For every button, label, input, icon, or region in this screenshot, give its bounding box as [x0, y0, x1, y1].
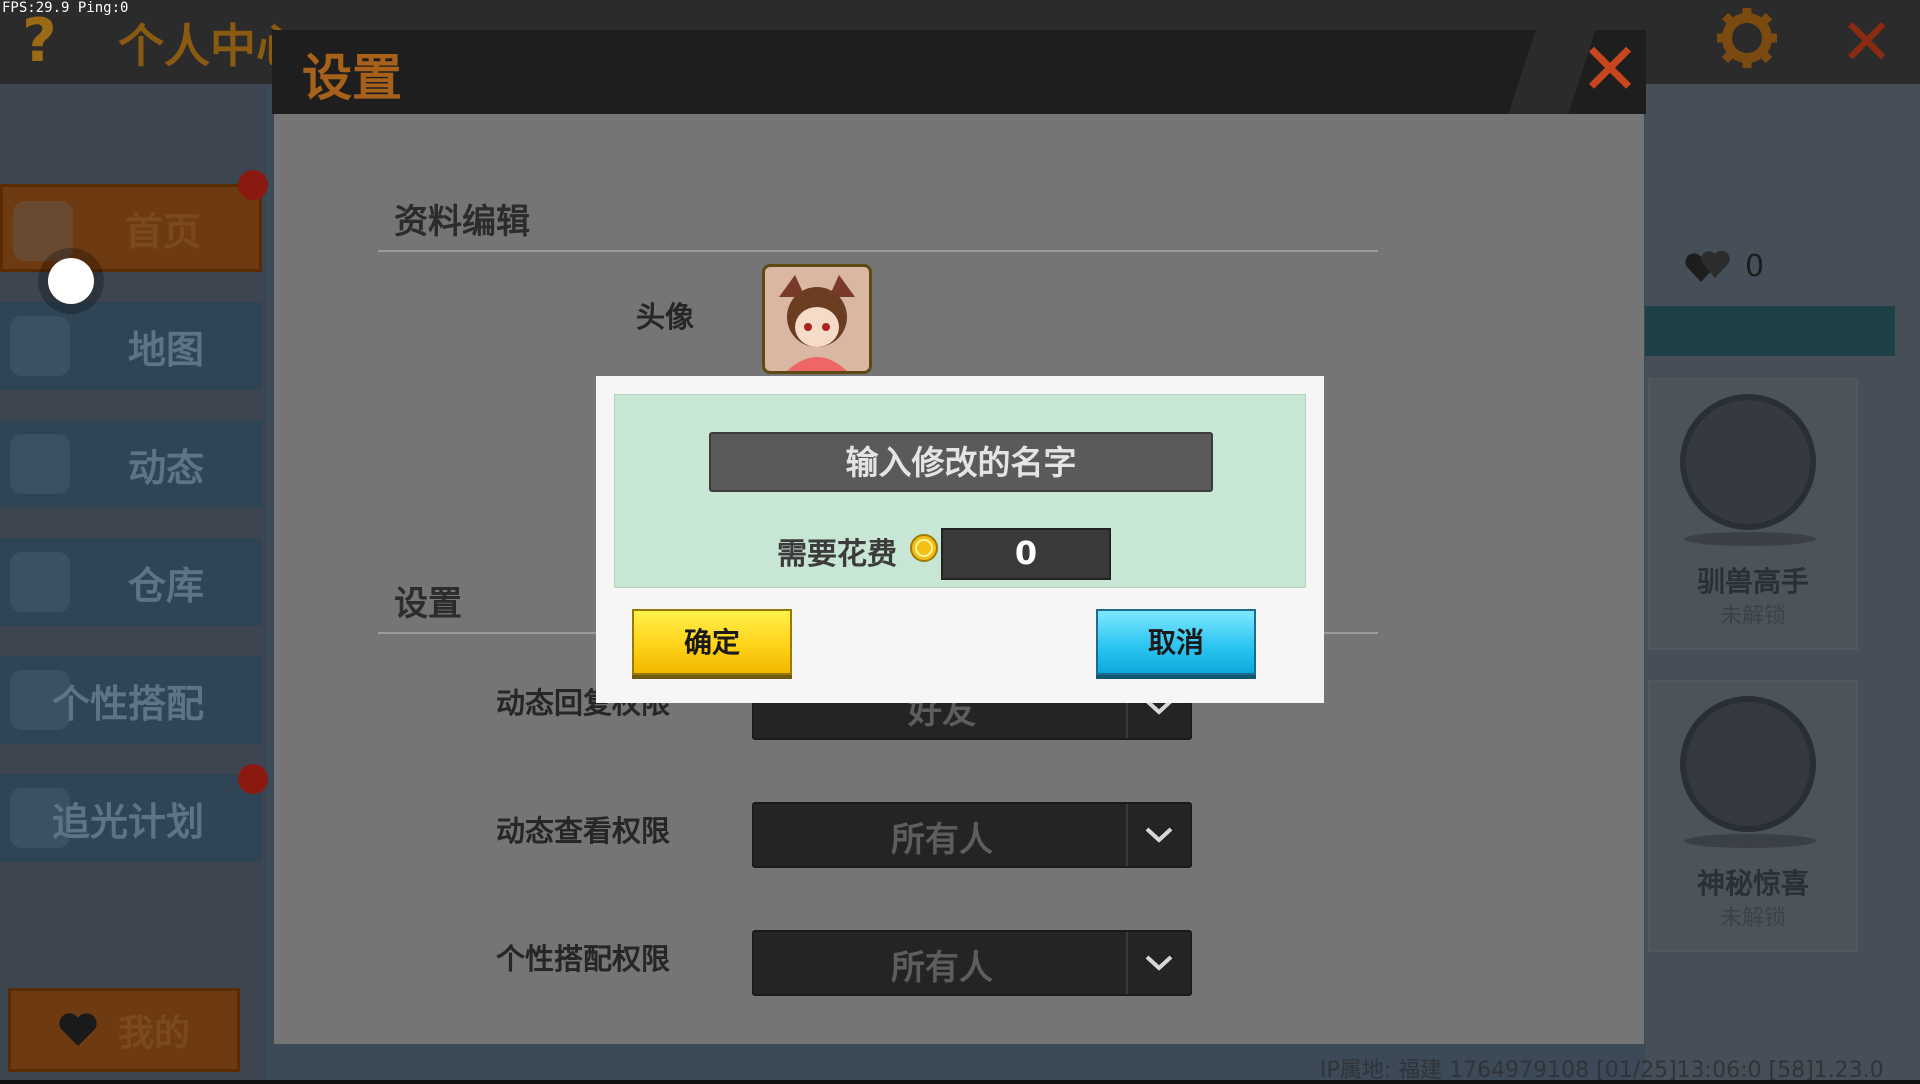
- select-value: 所有人: [891, 820, 993, 860]
- row-label: 动态查看权限: [496, 814, 671, 848]
- medal-base: [1684, 834, 1816, 848]
- sidebar-item-label: 追光计划: [51, 799, 204, 844]
- page-title: 设置: [302, 49, 402, 107]
- dialog-content: 需要花费 0: [614, 394, 1306, 588]
- select-value: 所有人: [891, 948, 993, 988]
- sidebar-item-label: 地图: [127, 327, 204, 372]
- close-icon[interactable]: ✕: [1575, 33, 1645, 105]
- sidebar-item-outfit[interactable]: 个性搭配: [0, 656, 262, 744]
- floating-touch-button[interactable]: [48, 258, 94, 304]
- settings-header: 设置 ✕: [272, 30, 1646, 114]
- achievement-name: 神秘惊喜: [1696, 867, 1809, 900]
- bottom-info: IP属地: 福建 1764979108 [01/25]13:06:0 [58]1…: [1320, 1058, 1884, 1083]
- avatar-image: [765, 267, 869, 371]
- section-title-settings: 设置: [394, 584, 462, 624]
- outfit-icon: [10, 670, 70, 730]
- row-label: 个性搭配权限: [496, 942, 671, 976]
- cost-value: 0: [941, 528, 1111, 580]
- hearts-icon: [1685, 250, 1730, 282]
- chevron-down-icon[interactable]: [1126, 804, 1190, 866]
- notification-dot: [238, 764, 268, 794]
- achievement-card[interactable]: 神秘惊喜 未解锁: [1648, 680, 1858, 952]
- achievement-card[interactable]: 驯兽高手 未解锁: [1648, 378, 1858, 650]
- likes-counter: 0: [1685, 248, 1764, 284]
- sidebar-item-label: 个性搭配: [51, 681, 204, 726]
- sidebar-item-label: 仓库: [127, 563, 204, 608]
- close-icon[interactable]: ✕: [1840, 6, 1894, 80]
- achievement-status: 未解锁: [1719, 604, 1786, 629]
- outfit-permission-select[interactable]: 所有人: [752, 930, 1192, 996]
- cancel-button[interactable]: 取消: [1096, 609, 1256, 675]
- medal-base: [1684, 532, 1816, 546]
- name-input[interactable]: [709, 432, 1213, 492]
- progress-bar: [1645, 306, 1895, 356]
- notification-dot: [238, 170, 268, 200]
- sidebar-item-label: 首页: [124, 209, 201, 254]
- map-icon: [10, 316, 70, 376]
- sidebar-item-feed[interactable]: 动态: [0, 420, 262, 508]
- section-title-profile: 资料编辑: [394, 202, 530, 242]
- light-plan-icon: [10, 788, 70, 848]
- chevron-down-icon[interactable]: [1126, 932, 1190, 994]
- likes-count: 0: [1745, 248, 1765, 284]
- my-label: 我的: [117, 1013, 190, 1054]
- avatar[interactable]: [762, 264, 872, 374]
- fps-readout: FPS:29.9 Ping:0: [2, 0, 129, 16]
- achievement-name: 驯兽高手: [1696, 565, 1809, 598]
- sidebar-item-storage[interactable]: 仓库: [0, 538, 262, 626]
- view-permission-select[interactable]: 所有人: [752, 802, 1192, 868]
- help-icon[interactable]: ?: [22, 6, 57, 76]
- heart-icon: [59, 1013, 97, 1046]
- home-icon: [13, 201, 73, 261]
- cost-label: 需要花费: [777, 537, 897, 572]
- horse-medal-icon: [1680, 394, 1816, 530]
- my-button[interactable]: 我的: [8, 988, 240, 1072]
- coin-icon: [910, 534, 938, 562]
- rename-dialog: 需要花费 0 确定 取消: [596, 376, 1324, 703]
- achievement-status: 未解锁: [1719, 906, 1786, 931]
- sidebar-item-light-plan[interactable]: 追光计划: [0, 774, 262, 862]
- sidebar-item-home[interactable]: 首页: [0, 184, 262, 272]
- confirm-button[interactable]: 确定: [632, 609, 792, 675]
- gift-medal-icon: [1680, 696, 1816, 832]
- sidebar-item-map[interactable]: 地图: [0, 302, 262, 390]
- divider: [378, 250, 1378, 252]
- storage-icon: [10, 552, 70, 612]
- feed-icon: [10, 434, 70, 494]
- avatar-label: 头像: [636, 300, 695, 334]
- sidebar-item-label: 动态: [127, 445, 204, 490]
- sidebar: 首页 地图 动态 仓库 个性搭配 追光计划: [0, 84, 266, 1080]
- gear-icon[interactable]: [1715, 6, 1779, 70]
